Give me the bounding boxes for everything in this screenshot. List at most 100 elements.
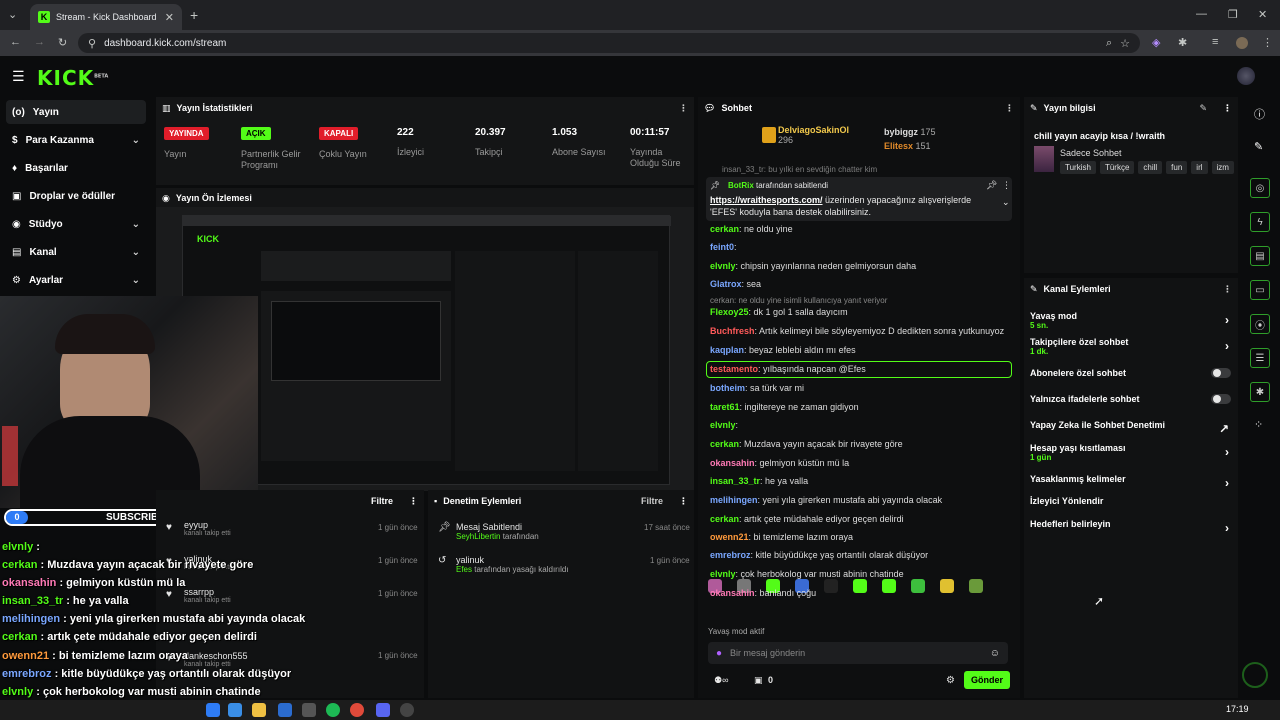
sidebar-item-yayin[interactable]: (o) Yayın (6, 100, 146, 124)
sidebar-item-para-kazanma[interactable]: $ Para Kazanma ⌄ (6, 128, 146, 152)
more-icon[interactable]: ⋮ (1002, 180, 1011, 191)
pin-author[interactable]: BotRix (728, 181, 754, 190)
hamburger-menu-icon[interactable]: ☰ (12, 68, 25, 85)
emote-icon[interactable] (853, 579, 867, 593)
mod-user[interactable]: Efes (456, 565, 472, 574)
emote-icon[interactable] (940, 579, 954, 593)
chat-username[interactable]: botheim (710, 383, 745, 393)
extension-icon[interactable]: ◈ (1152, 36, 1160, 49)
tag[interactable]: fun (1166, 161, 1188, 174)
chat-icon[interactable]: ▭ (1250, 280, 1270, 300)
lightning-icon[interactable]: ϟ (1250, 212, 1270, 232)
channel-action-row[interactable]: İzleyici Yönlendir (1030, 496, 1235, 506)
toggle-switch[interactable] (1211, 394, 1231, 404)
info-icon[interactable]: ⓘ (1254, 106, 1265, 122)
emote-icon[interactable] (882, 579, 896, 593)
chat-username[interactable]: elvnly (710, 261, 736, 271)
browser-tab[interactable]: K Stream - Kick Dashboard ✕ (30, 4, 182, 30)
tag[interactable]: izm (1211, 161, 1234, 174)
more-icon[interactable]: ⋮ (1262, 36, 1273, 49)
sidebar-item-studyo[interactable]: ◉ Stüdyo ⌄ (6, 212, 146, 236)
chat-username[interactable]: cerkan (710, 439, 739, 449)
chat-username[interactable]: okansahin (710, 588, 755, 598)
site-info-icon[interactable]: ⚲ (88, 37, 96, 50)
channel-action-row[interactable]: Takipçilere özel sohbet 1 dk. › (1030, 337, 1235, 356)
channel-action-row[interactable]: Yavaş mod 5 sn. › (1030, 311, 1235, 330)
camera-icon[interactable]: ◎ (1250, 178, 1270, 198)
mod-user[interactable]: SeyhLibertin (456, 532, 500, 541)
channel-action-row[interactable]: Hedefleri belirleyin › (1030, 519, 1235, 535)
chat-username[interactable]: Flexoy25 (710, 307, 749, 317)
chat-username[interactable]: testamento (710, 364, 758, 374)
chat-username[interactable]: feint0 (710, 242, 734, 252)
emote-icon[interactable] (824, 579, 838, 593)
emoji-icon[interactable]: ☺ (990, 648, 1000, 659)
tools-icon[interactable]: ✱ (1250, 382, 1270, 402)
chat-username[interactable]: elvnly (710, 569, 736, 579)
chat-username[interactable]: cerkan (710, 224, 739, 234)
maximize-icon[interactable]: ❐ (1228, 8, 1238, 21)
tag[interactable]: irl (1191, 161, 1208, 174)
gift-icon[interactable]: ▣ (754, 675, 763, 686)
chat-username[interactable]: okansahin (710, 458, 755, 468)
reload-icon[interactable]: ↻ (58, 36, 67, 49)
emote-icon[interactable] (969, 579, 983, 593)
extensions-puzzle-icon[interactable]: ✱ (1178, 36, 1187, 49)
chat-username[interactable]: kaqplan (710, 345, 744, 355)
discord-icon[interactable] (376, 703, 390, 717)
user-avatar[interactable] (1237, 67, 1255, 85)
zoom-icon[interactable]: ⌕ (1106, 37, 1112, 50)
channel-action-row[interactable]: Hesap yaşı kısıtlaması 1 gün › (1030, 443, 1235, 462)
bookmark-star-icon[interactable]: ☆ (1120, 37, 1130, 50)
channel-action-row[interactable]: Abonelere özel sohbet (1030, 368, 1235, 378)
channel-action-row[interactable]: Yapay Zeka ile Sohbet Denetimi ↗ (1030, 420, 1235, 436)
edit-icon[interactable]: ✎ (1199, 103, 1207, 114)
chat-username[interactable]: cerkan (710, 514, 739, 524)
more-icon[interactable]: ⋮ (409, 496, 418, 507)
send-button[interactable]: Gönder (964, 671, 1010, 689)
chat-username[interactable]: Glatrox (710, 279, 742, 289)
sidebar-item-basarilar[interactable]: ♦ Başarılar (6, 156, 146, 180)
filter-button[interactable]: Filtre (641, 496, 663, 506)
explorer-icon[interactable] (252, 703, 266, 717)
outlook-icon[interactable] (278, 703, 292, 717)
pencil-icon[interactable]: ✎ (1254, 140, 1263, 153)
tag[interactable]: Turkish (1060, 161, 1096, 174)
broadcast-icon[interactable]: ⦿ (1250, 314, 1270, 334)
help-bubble-icon[interactable] (1242, 662, 1268, 688)
new-tab-button[interactable]: + (190, 7, 198, 23)
chat-username[interactable]: taret61 (710, 402, 740, 412)
obs-icon[interactable] (400, 703, 414, 717)
tab-search-icon[interactable]: ⌄ (8, 8, 17, 21)
window-close-icon[interactable]: ✕ (1258, 8, 1267, 21)
more-icon[interactable]: ⋮ (1005, 103, 1014, 114)
unpin-icon[interactable]: 📌︎ (986, 180, 997, 191)
kick-logo[interactable]: KICKBETA (37, 66, 108, 90)
chat-username[interactable]: elvnly (710, 420, 736, 430)
chat-username[interactable]: emrebroz (710, 550, 751, 560)
settings-icon[interactable]: ⚙ (946, 675, 955, 686)
chat-username[interactable]: owenn21 (710, 532, 749, 542)
more-icon[interactable]: ⋮ (1223, 103, 1232, 114)
apps-icon[interactable]: ⁘ (1254, 418, 1263, 431)
edge-icon[interactable] (228, 703, 242, 717)
emote-icon[interactable] (911, 579, 925, 593)
chat-username[interactable]: Buchfresh (710, 326, 755, 336)
more-icon[interactable]: ⋮ (679, 496, 688, 507)
windows-start-icon[interactable] (206, 703, 220, 717)
media-icon[interactable]: ≡ (1212, 36, 1218, 48)
sidebar-item-droplar[interactable]: ▣ Droplar ve ödüller (6, 184, 146, 208)
url-field[interactable]: ⚲ dashboard.kick.com/stream ⌕ ☆ (78, 33, 1140, 53)
sidebar-item-kanal[interactable]: ▤ Kanal ⌄ (6, 240, 146, 264)
sidebar-item-ayarlar[interactable]: ⚙ Ayarlar ⌄ (6, 268, 146, 292)
chat-input[interactable]: ● Bir mesaj gönderin ☺ (708, 642, 1008, 664)
toggle-switch[interactable] (1211, 368, 1231, 378)
app-icon[interactable] (302, 703, 316, 717)
filter-button[interactable]: Filtre (371, 496, 393, 506)
document-icon[interactable]: ▤ (1250, 246, 1270, 266)
more-icon[interactable]: ⋮ (679, 103, 688, 114)
stack-icon[interactable]: ☰ (1250, 348, 1270, 368)
profile-avatar[interactable] (1236, 37, 1248, 49)
channel-action-row[interactable]: Yasaklanmış kelimeler › (1030, 474, 1235, 490)
channel-action-row[interactable]: Yalnızca ifadelerle sohbet (1030, 394, 1235, 404)
